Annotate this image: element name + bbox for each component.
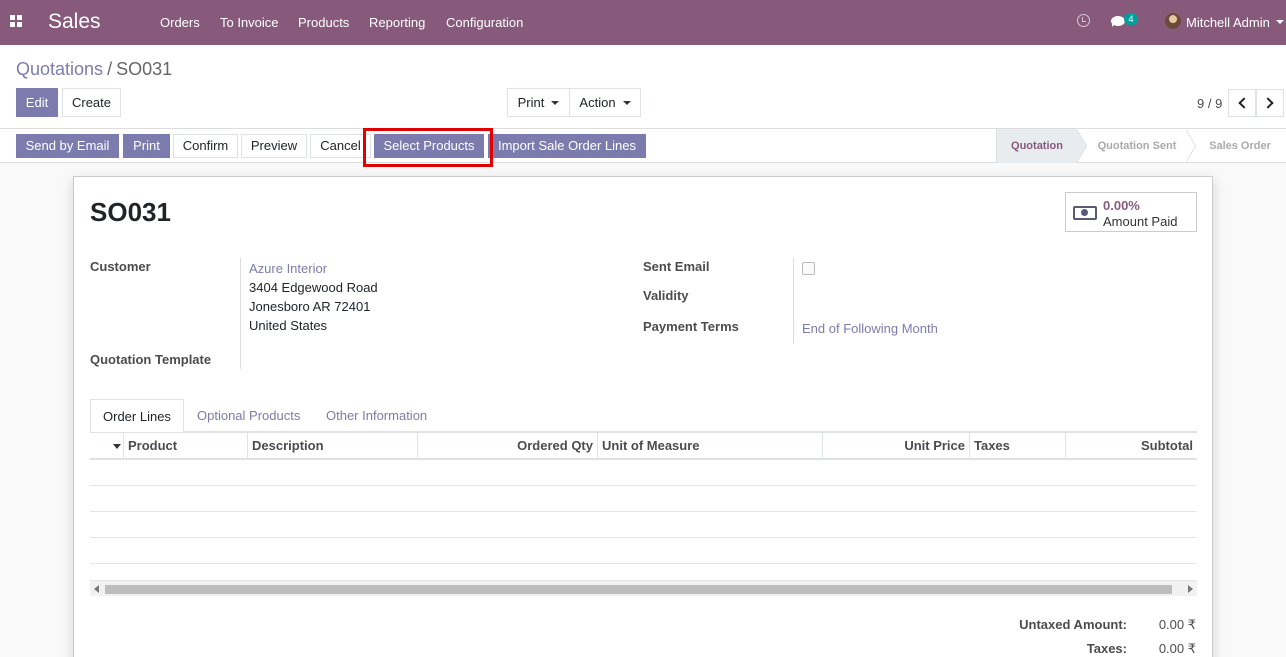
edit-button[interactable]: Edit (16, 88, 58, 117)
column-unit-of-measure[interactable]: Unit of Measure (598, 433, 823, 459)
user-name[interactable]: Mitchell Admin (1186, 15, 1270, 30)
chat-bubble-icon[interactable] (1111, 16, 1125, 27)
customer-label: Customer (90, 259, 151, 274)
print-dropdown-label: Print (517, 95, 545, 110)
status-bar: Send by Email Print Confirm Preview Canc… (0, 129, 1286, 163)
stage-sales-order[interactable]: Sales Order (1197, 129, 1283, 163)
amount-paid-value: 0.00% (1103, 198, 1140, 213)
chevron-right-icon (1262, 97, 1274, 109)
stage-pipeline: Quotation Quotation Sent Sales Order (996, 129, 1286, 163)
menu-reporting[interactable]: Reporting (369, 15, 425, 30)
caret-down-icon (622, 101, 631, 105)
messages-count-badge: 4 (1124, 13, 1138, 25)
column-ordered-qty[interactable]: Ordered Qty (418, 433, 598, 459)
stage-quotation-sent[interactable]: Quotation Sent (1089, 129, 1185, 163)
customer-link[interactable]: Azure Interior (249, 261, 327, 276)
cancel-button[interactable]: Cancel (310, 134, 371, 158)
action-dropdown-label: Action (579, 95, 616, 110)
stage-arrow-fill (1185, 129, 1195, 163)
confirm-button[interactable]: Confirm (173, 134, 238, 158)
menu-to-invoice[interactable]: To Invoice (220, 15, 279, 30)
send-by-email-button[interactable]: Send by Email (16, 134, 119, 158)
menu-products[interactable]: Products (298, 15, 349, 30)
stage-arrow-fill (1076, 129, 1086, 163)
app-name[interactable]: Sales (48, 10, 101, 34)
column-description[interactable]: Description (248, 433, 418, 459)
address-line: United States (249, 318, 328, 333)
print-button[interactable]: Print (123, 134, 170, 158)
horizontal-scrollbar[interactable] (90, 580, 1197, 596)
highlight-box (363, 128, 493, 167)
sent-email-checkbox[interactable] (802, 262, 815, 275)
table-row[interactable] (90, 512, 1197, 538)
preview-button[interactable]: Preview (241, 134, 307, 158)
tab-other-information[interactable]: Other Information (314, 399, 439, 432)
field-divider (793, 258, 794, 344)
menu-configuration[interactable]: Configuration (446, 15, 523, 30)
validity-label: Validity (643, 288, 689, 303)
form-sheet: SO031 0.00% Amount Paid Customer Azure I… (73, 176, 1213, 657)
table-row[interactable] (90, 538, 1197, 564)
breadcrumb-current: SO031 (116, 59, 173, 79)
money-bill-icon (1073, 206, 1097, 220)
activity-clock-icon[interactable] (1077, 14, 1090, 27)
taxes-value: 0.00 ₹ (1158, 641, 1196, 656)
column-toggle[interactable] (90, 433, 124, 459)
user-avatar[interactable] (1165, 13, 1181, 29)
column-taxes[interactable]: Taxes (970, 433, 1066, 459)
import-sale-order-lines-button[interactable]: Import Sale Order Lines (488, 134, 646, 158)
order-name: SO031 (90, 197, 171, 227)
create-button[interactable]: Create (62, 88, 121, 117)
table-row[interactable] (90, 460, 1197, 486)
pager-next-button[interactable] (1256, 89, 1284, 117)
order-lines-header: Product Description Ordered Qty Unit of … (90, 432, 1197, 460)
caret-down-icon (551, 101, 560, 105)
action-dropdown[interactable]: Action (569, 88, 641, 117)
scroll-left-arrow-icon[interactable] (94, 585, 99, 593)
column-subtotal[interactable]: Subtotal (1066, 433, 1197, 459)
sent-email-label: Sent Email (643, 259, 710, 274)
breadcrumb-quotations[interactable]: Quotations (16, 59, 103, 79)
caret-down-icon (113, 444, 121, 449)
payment-terms-label: Payment Terms (643, 319, 739, 334)
field-divider (240, 258, 241, 369)
untaxed-amount-value: 0.00 ₹ (1158, 617, 1196, 632)
breadcrumb: Quotations / SO031 (16, 59, 172, 80)
column-product[interactable]: Product (124, 433, 248, 459)
top-navbar: Sales Orders To Invoice Products Reporti… (0, 0, 1286, 45)
control-panel: Quotations / SO031 Edit Create Print Actio… (0, 45, 1286, 129)
column-unit-price[interactable]: Unit Price (823, 433, 970, 459)
pager-previous-button[interactable] (1228, 89, 1256, 117)
breadcrumb-separator: / (107, 59, 113, 79)
quotation-template-label: Quotation Template (90, 352, 212, 367)
amount-paid-stat-button[interactable]: 0.00% Amount Paid (1065, 192, 1197, 232)
print-dropdown[interactable]: Print (507, 88, 570, 117)
taxes-label: Taxes: (1086, 641, 1127, 656)
stage-quotation[interactable]: Quotation (997, 129, 1077, 163)
amount-paid-label: Amount Paid (1103, 214, 1178, 229)
scrollbar-thumb[interactable] (105, 585, 1172, 594)
chevron-left-icon (1238, 97, 1250, 109)
tab-optional-products[interactable]: Optional Products (185, 399, 312, 432)
tab-order-lines[interactable]: Order Lines (90, 399, 184, 432)
table-row[interactable] (90, 486, 1197, 512)
pager-value[interactable]: 9 / 9 (1197, 96, 1222, 111)
apps-grid-icon[interactable] (10, 15, 22, 27)
scroll-right-arrow-icon[interactable] (1188, 585, 1193, 593)
address-line: Jonesboro AR 72401 (249, 299, 371, 314)
address-line: 3404 Edgewood Road (249, 280, 378, 295)
menu-orders[interactable]: Orders (160, 15, 200, 30)
user-caret-down-icon[interactable] (1276, 20, 1284, 24)
untaxed-amount-label: Untaxed Amount: (1019, 617, 1127, 632)
payment-terms-link[interactable]: End of Following Month (802, 321, 938, 336)
